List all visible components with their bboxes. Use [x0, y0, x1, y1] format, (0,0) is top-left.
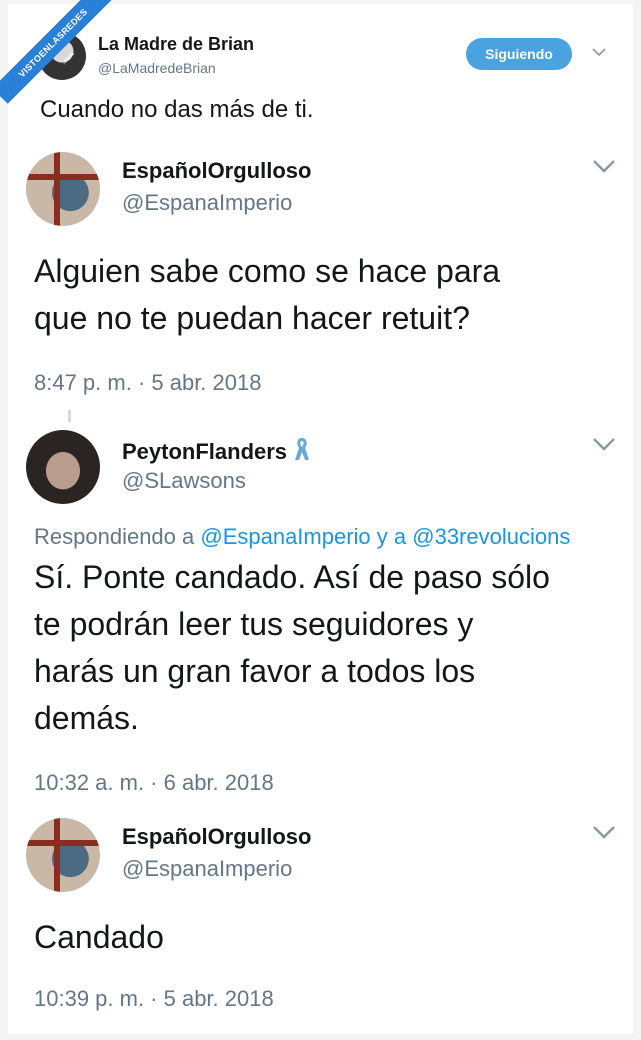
author-name-text: PeytonFlanders: [122, 439, 288, 464]
author-name[interactable]: EspañolOrgulloso: [122, 158, 311, 184]
tweet-line: te podrán leer tus seguidores y: [34, 606, 474, 642]
timestamp[interactable]: 10:39 p. m. · 5 abr. 2018: [34, 986, 274, 1012]
tweet-text: Candado: [34, 914, 164, 961]
tweet-line: demás.: [34, 700, 139, 736]
awareness-ribbon-icon: [293, 436, 311, 468]
tweet-line: Candado: [34, 919, 164, 955]
author-handle[interactable]: @EspanaImperio: [122, 856, 292, 882]
tweet-line: harás un gran favor a todos los: [34, 653, 476, 689]
author-name[interactable]: PeytonFlanders: [122, 436, 311, 468]
chevron-down-icon[interactable]: [592, 158, 616, 179]
screenshot-frame: VISTOENLASREDES .com La Madre de Brian @…: [0, 0, 633, 1034]
author-handle[interactable]: @EspanaImperio: [122, 190, 292, 216]
tweet-text: Cuando no das más de ti.: [40, 96, 314, 123]
author-name[interactable]: EspañolOrgulloso: [122, 824, 311, 850]
author-name[interactable]: La Madre de Brian: [98, 34, 254, 55]
chevron-down-icon[interactable]: [592, 436, 616, 457]
thread-connector: [68, 410, 71, 422]
chevron-down-icon[interactable]: [592, 44, 606, 60]
chevron-down-icon[interactable]: [592, 824, 616, 845]
tweet-text: Sí. Ponte candado. Así de paso sólo te p…: [34, 554, 550, 742]
quoting-tweet-header: La Madre de Brian @LaMadredeBrian Siguie…: [38, 28, 613, 88]
avatar[interactable]: [26, 818, 100, 892]
reply-prefix: Respondiendo a: [34, 524, 201, 549]
replying-to: Respondiendo a @EspanaImperio y a @33rev…: [34, 524, 570, 550]
avatar[interactable]: [26, 152, 100, 226]
following-button[interactable]: Siguiendo: [466, 38, 572, 70]
timestamp[interactable]: 8:47 p. m. · 5 abr. 2018: [34, 370, 261, 396]
avatar[interactable]: [26, 430, 100, 504]
author-handle[interactable]: @SLawsons: [122, 468, 246, 494]
mention-link[interactable]: @33revolucions: [412, 524, 570, 549]
tweet-line: Sí. Ponte candado. Así de paso sólo: [34, 559, 550, 595]
reply-join: y a: [370, 524, 413, 549]
tweet-line: Alguien sabe como se hace para: [34, 253, 501, 289]
author-handle[interactable]: @LaMadredeBrian: [98, 60, 216, 76]
tweet-text: Alguien sabe como se hace para que no te…: [34, 248, 500, 342]
tweet-line: que no te puedan hacer retuit?: [34, 300, 470, 336]
mention-link[interactable]: @EspanaImperio: [200, 524, 370, 549]
timestamp[interactable]: 10:32 a. m. · 6 abr. 2018: [34, 770, 274, 796]
